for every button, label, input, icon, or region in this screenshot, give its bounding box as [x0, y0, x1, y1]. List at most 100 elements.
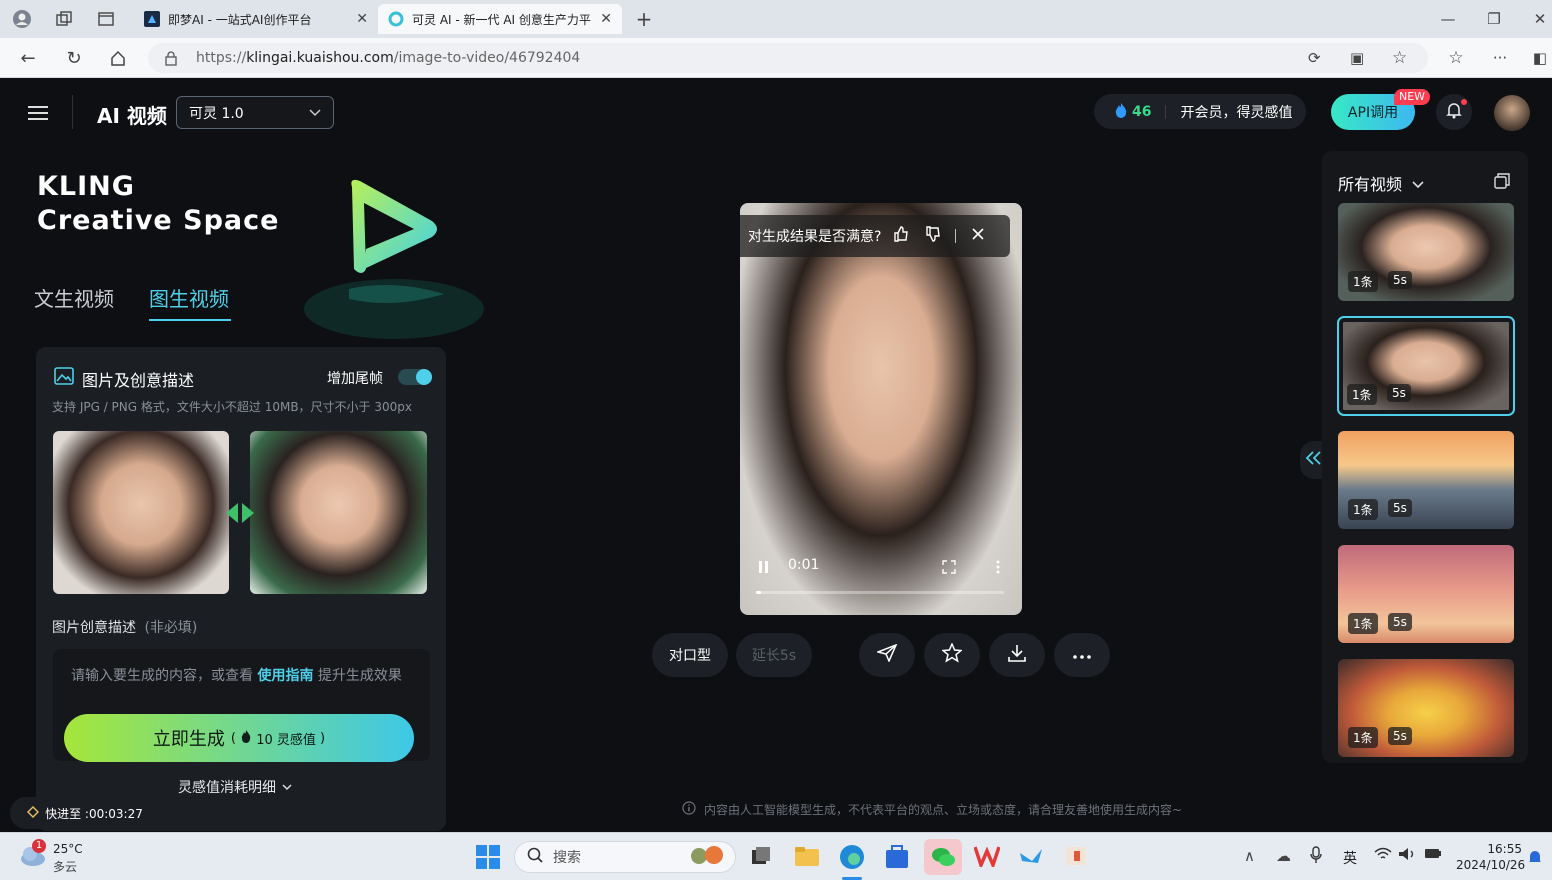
favorite-button[interactable]	[924, 633, 980, 677]
extend-button[interactable]: 延长5s	[736, 633, 812, 677]
volume-icon[interactable]	[1398, 847, 1416, 861]
url-field[interactable]: https://klingai.kuaishou.com/image-to-vi…	[148, 43, 1428, 73]
history-item[interactable]: 1条 5s	[1338, 545, 1514, 643]
minimize-icon[interactable]: —	[1436, 8, 1460, 30]
history-item[interactable]: 1条 5s	[1337, 316, 1515, 416]
last-frame-image[interactable]	[250, 431, 427, 594]
onedrive-icon[interactable]: ☁	[1276, 847, 1291, 865]
thumbs-down-icon[interactable]	[925, 226, 941, 246]
wifi-icon[interactable]	[1374, 847, 1392, 861]
tab-actions-icon[interactable]	[94, 8, 118, 30]
membership-pill[interactable]: 46 开会员，得灵感值	[1094, 94, 1306, 129]
app-available-icon[interactable]: ▣	[1350, 49, 1364, 67]
more-menu-icon[interactable]: ···	[1488, 46, 1512, 70]
wechat-app-highlight[interactable]	[924, 839, 962, 875]
new-badge: NEW	[1394, 89, 1431, 105]
weather-desc: 多云	[53, 860, 78, 874]
guide-link[interactable]: 使用指南	[257, 668, 313, 684]
browser-tab-bar: 即梦AI - 一站式AI创作平台 ✕ 可灵 AI - 新一代 AI 创意生产力平…	[0, 0, 1552, 38]
task-view-icon[interactable]	[750, 845, 772, 871]
clock-time[interactable]: 16:55	[1484, 842, 1522, 856]
history-item-duration: 5s	[1388, 499, 1412, 517]
profile-icon[interactable]	[10, 8, 34, 30]
star-icon	[941, 642, 963, 667]
file-explorer-icon[interactable]	[794, 845, 820, 871]
frame-link-icon	[224, 499, 256, 527]
video-filter-dropdown[interactable]: 所有视频	[1338, 171, 1424, 195]
lip-sync-button[interactable]: 对口型	[652, 633, 728, 677]
api-label: API调用	[1347, 105, 1399, 121]
video-player[interactable]: 对生成结果是否满意? 0:01	[740, 203, 1022, 615]
history-item[interactable]: 1条 5s	[1338, 431, 1514, 529]
tab-kling[interactable]: 可灵 AI - 新一代 AI 创意生产力平 ✕	[378, 4, 622, 34]
bell-icon	[1446, 101, 1462, 123]
fullscreen-icon[interactable]	[942, 559, 956, 578]
refresh-icon[interactable]: ↻	[62, 46, 86, 70]
thumbs-up-icon[interactable]	[893, 226, 909, 246]
close-window-icon[interactable]: ✕	[1528, 8, 1552, 30]
avatar[interactable]	[1494, 95, 1530, 131]
close-feedback-icon[interactable]	[972, 228, 985, 244]
panel-title: 图片及创意描述	[82, 371, 195, 390]
reader-icon[interactable]: ⟳	[1308, 49, 1321, 67]
toggle-knob	[416, 369, 432, 385]
show-hidden-icons-icon[interactable]: ∧	[1244, 847, 1255, 865]
share-button[interactable]	[859, 633, 915, 677]
weather-badge: 1	[32, 839, 46, 853]
textarea-placeholder: 请输入要生成的内容，或查看 使用指南 提升生成效果	[71, 665, 402, 685]
battery-icon[interactable]	[1424, 847, 1442, 859]
cost-detail-toggle[interactable]: 灵感值消耗明细	[178, 777, 292, 797]
fast-forward-icon	[27, 805, 40, 821]
tail-frame-toggle[interactable]	[398, 369, 432, 385]
chevron-down-icon	[309, 105, 321, 121]
more-actions-button[interactable]	[1054, 633, 1110, 677]
history-item-duration: 5s	[1388, 727, 1412, 745]
lock-icon	[164, 50, 178, 66]
new-tab-icon[interactable]: +	[632, 7, 656, 31]
favorite-star-icon[interactable]: ☆	[1392, 48, 1407, 68]
feedback-question: 对生成结果是否满意?	[748, 229, 882, 245]
tab-image-to-video[interactable]: 图生视频	[149, 283, 229, 312]
feishu-icon[interactable]	[1018, 845, 1044, 871]
fast-forward-text: 快进至 :00:03:27	[45, 806, 143, 821]
video-progress[interactable]	[756, 591, 1004, 594]
taskbar-search[interactable]: 搜索	[514, 841, 736, 873]
download-button[interactable]	[989, 633, 1045, 677]
history-item[interactable]: 1条 5s	[1338, 203, 1514, 301]
favorites-icon[interactable]: ☆	[1444, 46, 1468, 70]
microsoft-store-icon[interactable]	[884, 844, 910, 874]
close-tab-icon[interactable]: ✕	[356, 11, 368, 27]
batch-manage-icon[interactable]	[1494, 173, 1510, 193]
workspaces-icon[interactable]	[52, 8, 76, 30]
notification-center-icon[interactable]	[1528, 849, 1542, 869]
history-item[interactable]: 1条 5s	[1338, 659, 1514, 757]
fast-forward-chip[interactable]: 快进至 :00:03:27	[10, 797, 160, 829]
ime-indicator[interactable]: 英	[1343, 848, 1357, 868]
tab-text-to-video[interactable]: 文生视频	[34, 283, 114, 312]
back-icon[interactable]: ←	[16, 46, 40, 70]
sidebar-toggle-icon[interactable]: ◧	[1530, 46, 1550, 70]
model-select[interactable]: 可灵 1.0	[176, 96, 334, 129]
history-item-count: 1条	[1348, 271, 1378, 292]
history-panel: 所有视频 1条 5s 1条 5s 1条 5s 1条 5s 1条 5s	[1322, 151, 1528, 763]
generate-button[interactable]: 立即生成 ( 10 灵感值 )	[64, 714, 414, 762]
footer-note: 内容由人工智能模型生成，不代表平台的观点、立场或态度，请合理友善地使用生成内容~	[682, 801, 1182, 818]
app-icon[interactable]	[1064, 845, 1088, 871]
first-frame-image[interactable]	[53, 431, 229, 594]
close-tab-icon[interactable]: ✕	[600, 11, 612, 27]
microphone-icon[interactable]	[1310, 846, 1322, 864]
wps-icon[interactable]	[973, 845, 1001, 871]
notification-button[interactable]	[1436, 94, 1472, 130]
header-divider	[72, 95, 73, 129]
edge-browser-icon[interactable]	[838, 843, 866, 875]
footer-note-text: 内容由人工智能模型生成，不代表平台的观点、立场或态度，请合理友善地使用生成内容~	[704, 803, 1183, 817]
home-icon[interactable]	[106, 46, 130, 70]
windows-start-icon[interactable]	[476, 845, 500, 873]
video-more-icon[interactable]	[996, 559, 1000, 578]
restore-icon[interactable]: ❐	[1482, 8, 1506, 30]
clock-date[interactable]: 2024/10/26	[1456, 858, 1525, 872]
hamburger-menu-icon[interactable]	[26, 101, 50, 125]
pause-icon[interactable]	[758, 559, 770, 578]
hero-title-line1: KLING	[37, 171, 135, 202]
tab-jimeng[interactable]: 即梦AI - 一站式AI创作平台 ✕	[134, 4, 378, 34]
